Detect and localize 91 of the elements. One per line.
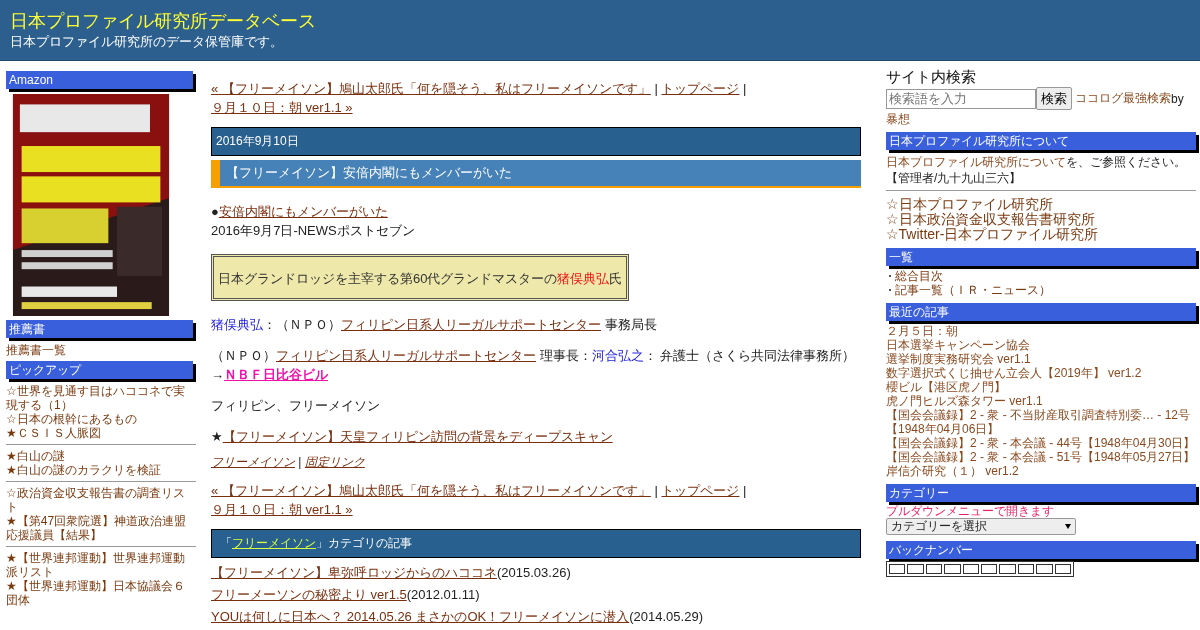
article-date: (2014.05.29) [629, 609, 703, 624]
body-text: → [211, 367, 224, 382]
category-link[interactable]: フリーメイソン [232, 536, 316, 550]
next-link[interactable]: ９月１０日：朝 ver1.1 » [211, 100, 353, 115]
site-title[interactable]: 日本プロファイル研究所データベース [10, 10, 1190, 32]
building-link[interactable]: ＮＢＦ日比谷ビル [224, 367, 328, 382]
sidebar-heading: 日本プロファイル研究所について [886, 132, 1196, 150]
site-link[interactable]: ☆Twitter-日本プロファイル研究所 [886, 227, 1196, 242]
home-link[interactable]: トップページ [661, 81, 740, 96]
search-credit-link[interactable]: ココログ最強検索 [1075, 90, 1171, 107]
sidebar-heading: 最近の記事 [886, 303, 1196, 321]
body-link[interactable]: 【フリーメイソン】天皇フィリピン訪問の背景をディープスキャン [222, 429, 613, 444]
body-text: 2016年9月7日-NEWSポストセブン [211, 223, 415, 238]
person-name: 猪俣典弘 [211, 317, 263, 332]
body-link[interactable]: フィリピン日系人リーガルサポートセンター [276, 348, 536, 363]
sidebar-link[interactable]: ★【第47回衆院選】神道政治連盟応援議員【結果】 [6, 514, 196, 542]
separator: | [743, 483, 747, 498]
site-description: 日本プロファイル研究所のデータ保管庫です。 [10, 33, 284, 51]
sidebar-heading: ピックアップ [6, 361, 193, 379]
body-text: ：（ＮＰＯ） [263, 317, 341, 332]
index-link[interactable]: 総合目次 [895, 269, 943, 283]
category-select[interactable]: カテゴリーを選択 [886, 518, 1076, 535]
article-date: (2015.03.26) [497, 565, 571, 580]
search-heading: サイト内検索 [886, 67, 977, 87]
admin-text: 【管理者/九十九山三六】 [886, 171, 1023, 185]
about-text: を、ご参照ください。 [1066, 155, 1186, 169]
search-field[interactable]: 検索語を入力 [886, 88, 1036, 109]
body-text: ★ [211, 429, 223, 444]
body-link[interactable]: フィリピン日系人リーガルサポートセンター [341, 317, 601, 332]
caret-icon [1065, 524, 1071, 529]
article-link[interactable]: YOUは何しに日本へ？ 2014.05.26 まさかのOK！フリーメイソンに潜入 [211, 609, 630, 624]
sidebar-link[interactable]: ★【世界連邦運動】日本協議会６団体 [6, 579, 196, 607]
permalink[interactable]: 固定リンク [304, 455, 365, 469]
search-button[interactable]: 検索 [1036, 87, 1072, 110]
separator: | [654, 483, 658, 498]
sidebar-link[interactable]: ☆世界を見通す目はハココネで実現する（1） [6, 384, 196, 412]
date-header: 2016年9月10日 [211, 127, 861, 156]
article-link[interactable]: フリーメーソンの秘密より ver1.5 [211, 587, 407, 602]
sidebar-link[interactable]: ★【世界連邦運動】世界連邦運動派リスト [6, 551, 196, 579]
dropdown-note: プルダウンメニューで開きます [886, 504, 1055, 518]
body-text: 理事長： [538, 348, 592, 363]
recent-article-link[interactable]: 数字選択式くじ抽せん立会人【2019年】 ver1.2 [886, 366, 1196, 380]
sidebar-link[interactable]: 推薦書一覧 [6, 343, 196, 357]
category-link[interactable]: フリーメイソン [211, 455, 295, 469]
site-link[interactable]: ☆日本政治資金収支報告書研究所 [886, 212, 1196, 227]
credit-text: by [1171, 91, 1184, 106]
sidebar-link[interactable]: ★ＣＳＩＳ人脈図 [6, 426, 196, 440]
previous-link[interactable]: « 【フリーメイソン】鳩山太郎氏「何を隠そう、私はフリーメイソンです」 [211, 483, 651, 498]
recent-article-link[interactable]: 虎ノ門ヒルズ森タワー ver1.1 [886, 394, 1196, 408]
body-text: 事務局長 [603, 317, 657, 332]
site-link[interactable]: ☆日本プロファイル研究所 [886, 197, 1196, 212]
recent-article-link[interactable]: 【国会会議録】2 - 衆 - 本会議 - 51号【1948年05月27日】 [886, 450, 1196, 464]
home-link[interactable]: トップページ [661, 483, 740, 498]
separator: | [654, 81, 658, 96]
recent-article-link[interactable]: ２月５日：朝 [886, 324, 1196, 338]
person-name: 河合弘之 [591, 348, 644, 363]
sidebar-heading: Amazon [6, 71, 193, 89]
recent-article-link[interactable]: 日本選挙キャンペーン協会 [886, 338, 1196, 352]
about-link[interactable]: 日本プロファイル研究所について [886, 155, 1066, 169]
body-text: （ＮＰＯ） [211, 348, 276, 363]
recent-article-link[interactable]: 【国会会議録】2 - 衆 - 不当財産取引調査特別委… - 12号【1948年04月06日】 [886, 408, 1196, 436]
next-link[interactable]: ９月１０日：朝 ver1.1 » [211, 502, 353, 517]
index-link[interactable]: 記事一覧（ＩＲ・ニュース） [895, 283, 1051, 297]
sidebar-heading: 推薦書 [6, 320, 193, 338]
sidebar-heading: 一覧 [886, 248, 1196, 266]
separator: | [298, 455, 302, 469]
author-link[interactable]: 暴想 [886, 112, 1196, 126]
recent-article-link[interactable]: 岸信介研究（１） ver1.2 [886, 464, 1196, 478]
body-text: ● [211, 204, 219, 219]
body-text: ： 弁護士（さくら共同法律事務所） [643, 348, 856, 363]
sidebar-link[interactable]: ☆政治資金収支報告書の調査リスト [6, 486, 196, 514]
highlighted-name: 猪俣典弘 [557, 271, 610, 286]
body-link[interactable]: 安倍内閣にもメンバーがいた [218, 204, 388, 219]
separator: | [743, 81, 747, 96]
sidebar-heading: バックナンバー [886, 541, 1196, 559]
entry-title: 【フリーメイソン】安倍内閣にもメンバーがいた [211, 160, 861, 188]
recent-article-link[interactable]: 櫻ビル【港区虎ノ門】 [886, 380, 1196, 394]
recent-article-link[interactable]: 【国会会議録】2 - 衆 - 本会議 - 44号【1948年04月30日】 [886, 436, 1196, 450]
article-link[interactable]: 【フリーメイソン】卑弥呼ロッジからのハココネ [211, 565, 497, 580]
sidebar-link[interactable]: ★白山の謎のカラクリを検証 [6, 463, 196, 477]
body-text: フィリピン、フリーメイソン [211, 398, 380, 413]
body-text: 日本グランドロッジを主宰する第60代グランドマスターの [218, 271, 558, 286]
previous-link[interactable]: « 【フリーメイソン】鳩山太郎氏「何を隠そう、私はフリーメイソンです」 [211, 81, 651, 96]
article-date: (2012.01.11) [406, 587, 480, 602]
recent-article-link[interactable]: 選挙制度実務研究会 ver1.1 [886, 352, 1196, 366]
sidebar-heading: カテゴリー [886, 484, 1196, 502]
heading-text: 」カテゴリの記事 [316, 536, 412, 550]
body-text: 氏 [609, 271, 623, 286]
sidebar-link[interactable]: ☆日本の根幹にあるもの [6, 412, 196, 426]
heading-text: 「 [220, 536, 232, 550]
sidebar-link[interactable]: ★白山の謎 [6, 449, 196, 463]
